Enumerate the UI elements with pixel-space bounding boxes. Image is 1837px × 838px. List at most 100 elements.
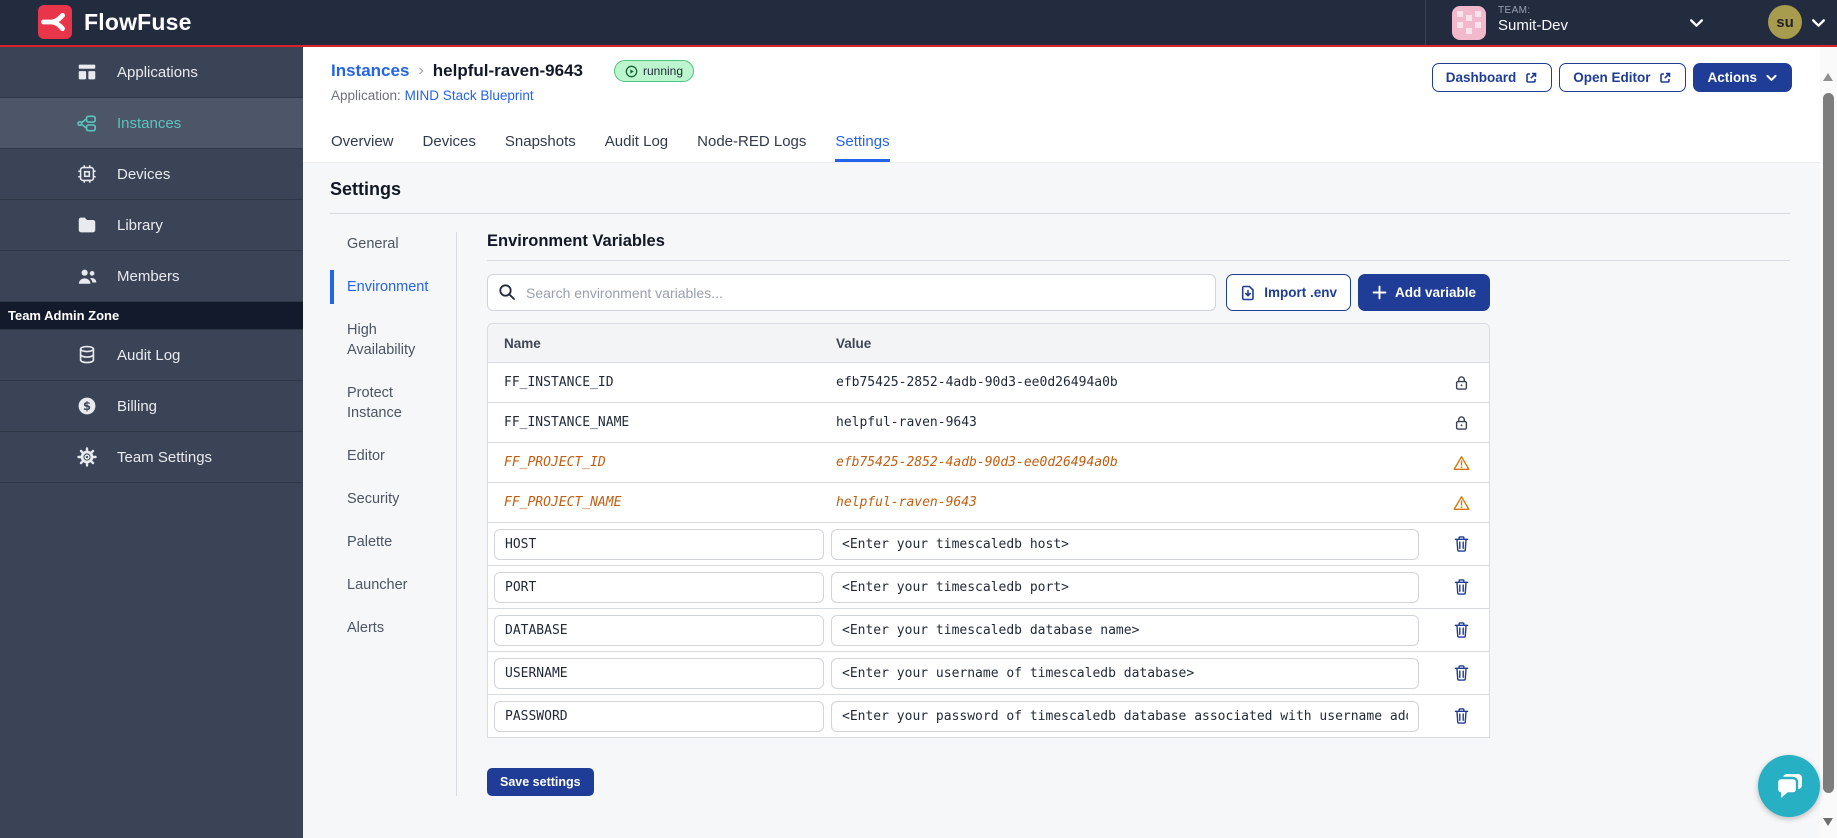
team-selector[interactable]: TEAM: Sumit-Dev: [1498, 5, 1568, 34]
settings-nav-launcher[interactable]: Launcher: [330, 575, 442, 595]
tab-snapshots[interactable]: Snapshots: [505, 133, 576, 162]
tab-devices[interactable]: Devices: [423, 133, 476, 162]
delete-variable-button[interactable]: [1451, 705, 1472, 727]
search-input[interactable]: [487, 274, 1217, 311]
table-header: Name Value: [488, 324, 1489, 362]
settings-divider: [330, 213, 1790, 214]
env-value-input-username[interactable]: [831, 657, 1419, 689]
delete-variable-button[interactable]: [1451, 576, 1472, 598]
env-name-input-username[interactable]: [494, 657, 824, 689]
lock-icon: [1452, 413, 1471, 433]
env-var-value: helpful-raven-9643: [836, 415, 977, 430]
user-chevron-down-icon[interactable]: [1810, 14, 1827, 36]
env-name-input-host[interactable]: [494, 528, 824, 560]
team-chevron-down-icon[interactable]: [1688, 14, 1705, 36]
env-row-host: [488, 522, 1489, 565]
env-var-value: efb75425-2852-4adb-90d3-ee0d26494a0b: [836, 455, 1118, 470]
sidebar-item-instances[interactable]: Instances: [0, 98, 303, 149]
env-name-input-port[interactable]: [494, 571, 824, 603]
sidebar-item-label: Instances: [117, 114, 182, 132]
delete-variable-button[interactable]: [1451, 533, 1472, 555]
breadcrumb-separator: ›: [418, 62, 424, 79]
environment-divider: [487, 260, 1790, 261]
sidebar-item-label: Team Settings: [117, 448, 213, 466]
breadcrumb-instances-link[interactable]: Instances: [331, 61, 409, 81]
page-scrollbar[interactable]: [1820, 47, 1837, 838]
warning-icon: [1451, 493, 1472, 513]
value-column-header: Value: [836, 335, 872, 351]
scrollbar-thumb[interactable]: [1823, 93, 1834, 793]
env-value-input-port[interactable]: [831, 571, 1419, 603]
settings-nav-palette[interactable]: Palette: [330, 532, 442, 552]
env-value-input-database[interactable]: [831, 614, 1419, 646]
save-settings-button[interactable]: Save settings: [487, 768, 594, 796]
add-variable-button[interactable]: Add variable: [1357, 274, 1490, 311]
delete-variable-button[interactable]: [1451, 619, 1472, 641]
gear-icon: [75, 445, 99, 469]
import-env-label: Import .env: [1264, 285, 1337, 300]
chat-widget-button[interactable]: [1758, 755, 1820, 817]
env-var-value: efb75425-2852-4adb-90d3-ee0d26494a0b: [836, 375, 1118, 390]
settings-nav-general[interactable]: General: [330, 234, 442, 254]
settings-nav-security[interactable]: Security: [330, 489, 442, 509]
settings-nav-environment[interactable]: Environment: [330, 270, 442, 304]
team-avatar[interactable]: [1452, 6, 1486, 45]
env-name-input-database[interactable]: [494, 614, 824, 646]
sidebar-item-billing[interactable]: $ Billing: [0, 381, 303, 432]
chat-bubbles-icon: [1775, 774, 1802, 798]
settings-nav-high-availability[interactable]: High Availability: [330, 320, 442, 360]
tab-audit-log[interactable]: Audit Log: [605, 133, 668, 162]
env-row-ff_project_name: FF_PROJECT_NAME helpful-raven-9643: [488, 482, 1489, 522]
library-icon: [75, 213, 99, 237]
brand[interactable]: FlowFuse: [38, 5, 192, 39]
settings-nav-editor[interactable]: Editor: [330, 446, 442, 466]
tab-settings[interactable]: Settings: [835, 133, 890, 162]
plus-icon: [1372, 285, 1387, 300]
env-row-ff_project_id: FF_PROJECT_ID efb75425-2852-4adb-90d3-ee0…: [488, 442, 1489, 482]
sidebar-item-audit-log[interactable]: Audit Log: [0, 330, 303, 381]
env-variables-table: Name Value FF_INSTANCE_ID efb75425-2852-4…: [487, 323, 1490, 738]
team-admin-zone-label: Team Admin Zone: [0, 302, 303, 330]
env-name-input-password[interactable]: [494, 700, 824, 732]
team-name: Sumit-Dev: [1498, 16, 1569, 34]
env-row-username: [488, 651, 1489, 694]
env-value-input-host[interactable]: [831, 528, 1419, 560]
dashboard-button[interactable]: Dashboard: [1431, 63, 1553, 92]
add-variable-label: Add variable: [1394, 285, 1476, 300]
application-link[interactable]: MIND Stack Blueprint: [405, 88, 534, 103]
tab-overview[interactable]: Overview: [331, 133, 394, 162]
warning-icon: [1451, 453, 1472, 473]
user-avatar[interactable]: su: [1768, 5, 1802, 39]
env-value-input-password[interactable]: [831, 700, 1419, 732]
sidebar-item-library[interactable]: Library: [0, 200, 303, 251]
audit-log-icon: [75, 343, 99, 367]
actions-button-label: Actions: [1707, 70, 1757, 85]
env-row-ff_instance_id: FF_INSTANCE_ID efb75425-2852-4adb-90d3-ee…: [488, 362, 1489, 402]
actions-button[interactable]: Actions: [1693, 63, 1792, 92]
sidebar: Applications Instances Devices Library Membe…: [0, 47, 303, 838]
sidebar-item-team-settings[interactable]: Team Settings: [0, 432, 303, 483]
sidebar-item-devices[interactable]: Devices: [0, 149, 303, 200]
import-file-icon: [1242, 285, 1255, 300]
sidebar-item-members[interactable]: Members: [0, 251, 303, 302]
open-editor-button[interactable]: Open Editor: [1559, 63, 1687, 92]
tab-node-red-logs[interactable]: Node-RED Logs: [697, 133, 806, 162]
env-row-ff_instance_name: FF_INSTANCE_NAME helpful-raven-9643: [488, 402, 1489, 442]
settings-nav-alerts[interactable]: Alerts: [330, 618, 442, 638]
page-header: Instances › helpful-raven-9643 running A…: [303, 47, 1837, 163]
settings-nav-protect-instance[interactable]: Protect Instance: [330, 383, 442, 423]
team-label: TEAM:: [1498, 5, 1531, 16]
scroll-up-arrow[interactable]: [1823, 73, 1833, 81]
scroll-down-arrow[interactable]: [1823, 818, 1833, 826]
sidebar-item-applications[interactable]: Applications: [0, 47, 303, 98]
environment-title: Environment Variables: [487, 232, 665, 250]
env-var-name: FF_INSTANCE_NAME: [504, 415, 630, 430]
settings-subnav: General Environment High Availability Prote…: [330, 232, 457, 796]
env-row-password: [488, 694, 1489, 737]
name-column-header: Name: [504, 335, 541, 351]
sidebar-item-label: Devices: [117, 165, 171, 183]
applications-icon: [75, 60, 99, 84]
env-row-port: [488, 565, 1489, 608]
import-env-button[interactable]: Import .env: [1226, 274, 1351, 311]
delete-variable-button[interactable]: [1451, 662, 1472, 684]
